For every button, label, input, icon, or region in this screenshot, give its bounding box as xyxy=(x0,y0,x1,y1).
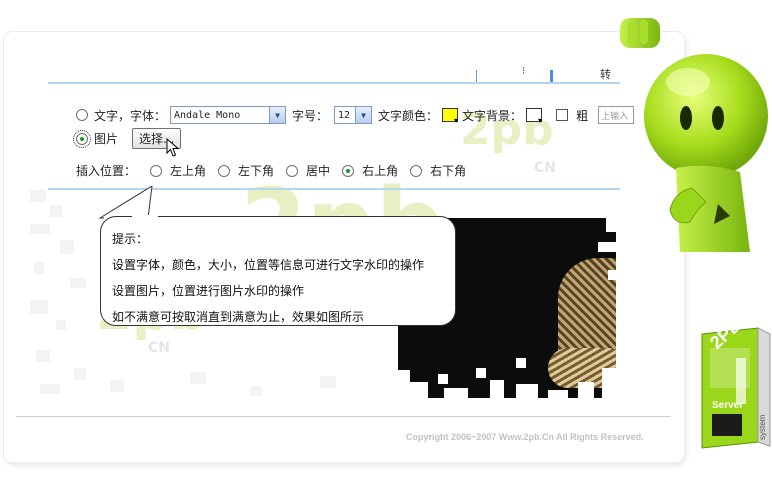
text-option-radio[interactable] xyxy=(76,109,88,121)
topbar-fragment: ⁝ xyxy=(522,66,526,77)
text-color-picker[interactable] xyxy=(442,108,458,125)
tooltip-line: 设置图片，位置进行图片水印的操作 xyxy=(112,284,305,298)
tooltip-tail xyxy=(98,186,164,220)
chevron-down-icon[interactable]: ▼ xyxy=(269,107,286,123)
font-size-label: 字号： xyxy=(292,108,329,123)
image-option-label: 图片 xyxy=(94,132,119,146)
cursor-icon xyxy=(166,138,180,157)
tooltip-join xyxy=(132,215,158,218)
position-label-center: 居中 xyxy=(306,164,331,178)
image-option-radio[interactable] xyxy=(73,129,91,148)
position-radio-bottom-right[interactable] xyxy=(410,164,423,177)
position-label-bottom-right: 右下角 xyxy=(430,164,467,178)
tooltip-line: 设置字体，颜色，大小，位置等信息可进行文字水印的操作 xyxy=(112,258,425,272)
topbar: ⁝ 转 xyxy=(48,62,620,82)
bold-checkbox[interactable] xyxy=(556,109,569,121)
text-option-row: 文字，字体： Andale Mono ▼ 字号： 12 ▼ 文字颜色： 文字背景… xyxy=(76,106,635,125)
position-label-bottom-left: 左下角 xyxy=(238,164,275,178)
position-label: 插入位置： xyxy=(76,164,137,178)
server-label: Server xyxy=(712,400,744,411)
font-select-value: Andale Mono xyxy=(174,109,241,121)
watermark-cn: CN xyxy=(148,340,170,356)
font-select[interactable]: Andale Mono ▼ xyxy=(170,106,287,124)
position-row: 插入位置： 左上角 左下角 居中 右上角 右下角 xyxy=(76,162,466,179)
footer-divider xyxy=(16,416,671,417)
tooltip-line: 如不满意可按取消直到满意为止，效果如图所示 xyxy=(112,310,365,324)
topbar-tick xyxy=(550,70,553,82)
text-color-label: 文字颜色： xyxy=(378,108,439,123)
text-option-label: 文字，字体： xyxy=(94,108,167,123)
position-radio-top-right[interactable] xyxy=(342,164,355,177)
topbar-tick xyxy=(476,70,477,82)
position-label-top-right: 右上角 xyxy=(362,164,399,178)
position-radio-bottom-left[interactable] xyxy=(218,164,231,177)
font-size-value: 12 xyxy=(338,109,351,121)
tooltip-title: 提示： xyxy=(112,232,149,246)
position-label-top-left: 左上角 xyxy=(170,164,207,178)
chevron-down-icon[interactable]: ▼ xyxy=(355,107,372,123)
topbar-fragment: 转 xyxy=(600,68,611,81)
position-radio-center[interactable] xyxy=(286,164,299,177)
copyright-text: Copyright 2006~2007 Www.2pb.Cn All Right… xyxy=(406,432,644,442)
text-bg-label: 文字背景： xyxy=(462,108,523,123)
server-side-label: system xyxy=(758,414,767,440)
mascot-illustration xyxy=(620,18,768,252)
tooltip-bubble: 提示： 设置字体，颜色，大小，位置等信息可进行文字水印的操作 设置图片，位置进行… xyxy=(100,216,456,326)
text-bg-picker[interactable] xyxy=(526,108,542,125)
bold-label: 粗 xyxy=(576,108,589,123)
font-size-select[interactable]: 12 ▼ xyxy=(334,106,373,124)
position-radio-top-left[interactable] xyxy=(150,164,163,177)
